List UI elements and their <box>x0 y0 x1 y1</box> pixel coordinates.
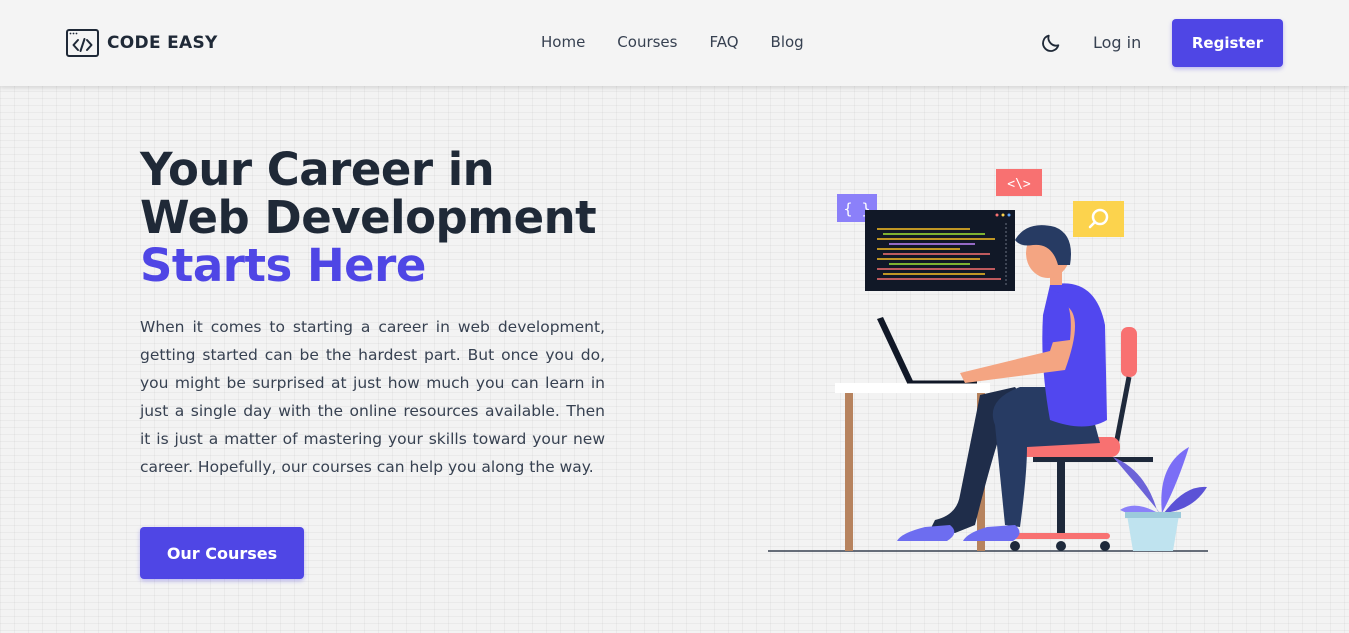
code-icon <box>66 29 99 57</box>
search-icon <box>1073 201 1124 237</box>
brand-name: CODE EASY <box>107 33 218 53</box>
brand-logo[interactable]: CODE EASY <box>66 29 218 57</box>
register-button[interactable]: Register <box>1172 19 1283 67</box>
hero-title-accent: Starts Here <box>140 239 426 292</box>
hero-title-line1: Your Career in <box>140 143 495 196</box>
nav-link-courses[interactable]: Courses <box>617 33 677 51</box>
nav-link-blog[interactable]: Blog <box>771 33 804 51</box>
nav-link-faq[interactable]: FAQ <box>709 33 738 51</box>
hero-title-line2: Web Development <box>140 191 597 244</box>
plant <box>1113 447 1207 551</box>
nav-link-home[interactable]: Home <box>541 33 585 51</box>
hero-title: Your Career in Web Development Starts He… <box>140 143 597 292</box>
code-screen <box>865 210 1015 291</box>
navbar: CODE EASY Home Courses FAQ Blog Log in R… <box>0 0 1349 86</box>
main-nav: Home Courses FAQ Blog <box>541 33 804 51</box>
developer-illustration: { } <\> <box>768 169 1208 552</box>
login-link[interactable]: Log in <box>1093 33 1141 52</box>
our-courses-button[interactable]: Our Courses <box>140 527 304 579</box>
code-tag-text: <\> <box>1007 177 1031 192</box>
moon-icon[interactable] <box>1040 32 1062 54</box>
hero-description: When it comes to starting a career in we… <box>140 318 605 476</box>
